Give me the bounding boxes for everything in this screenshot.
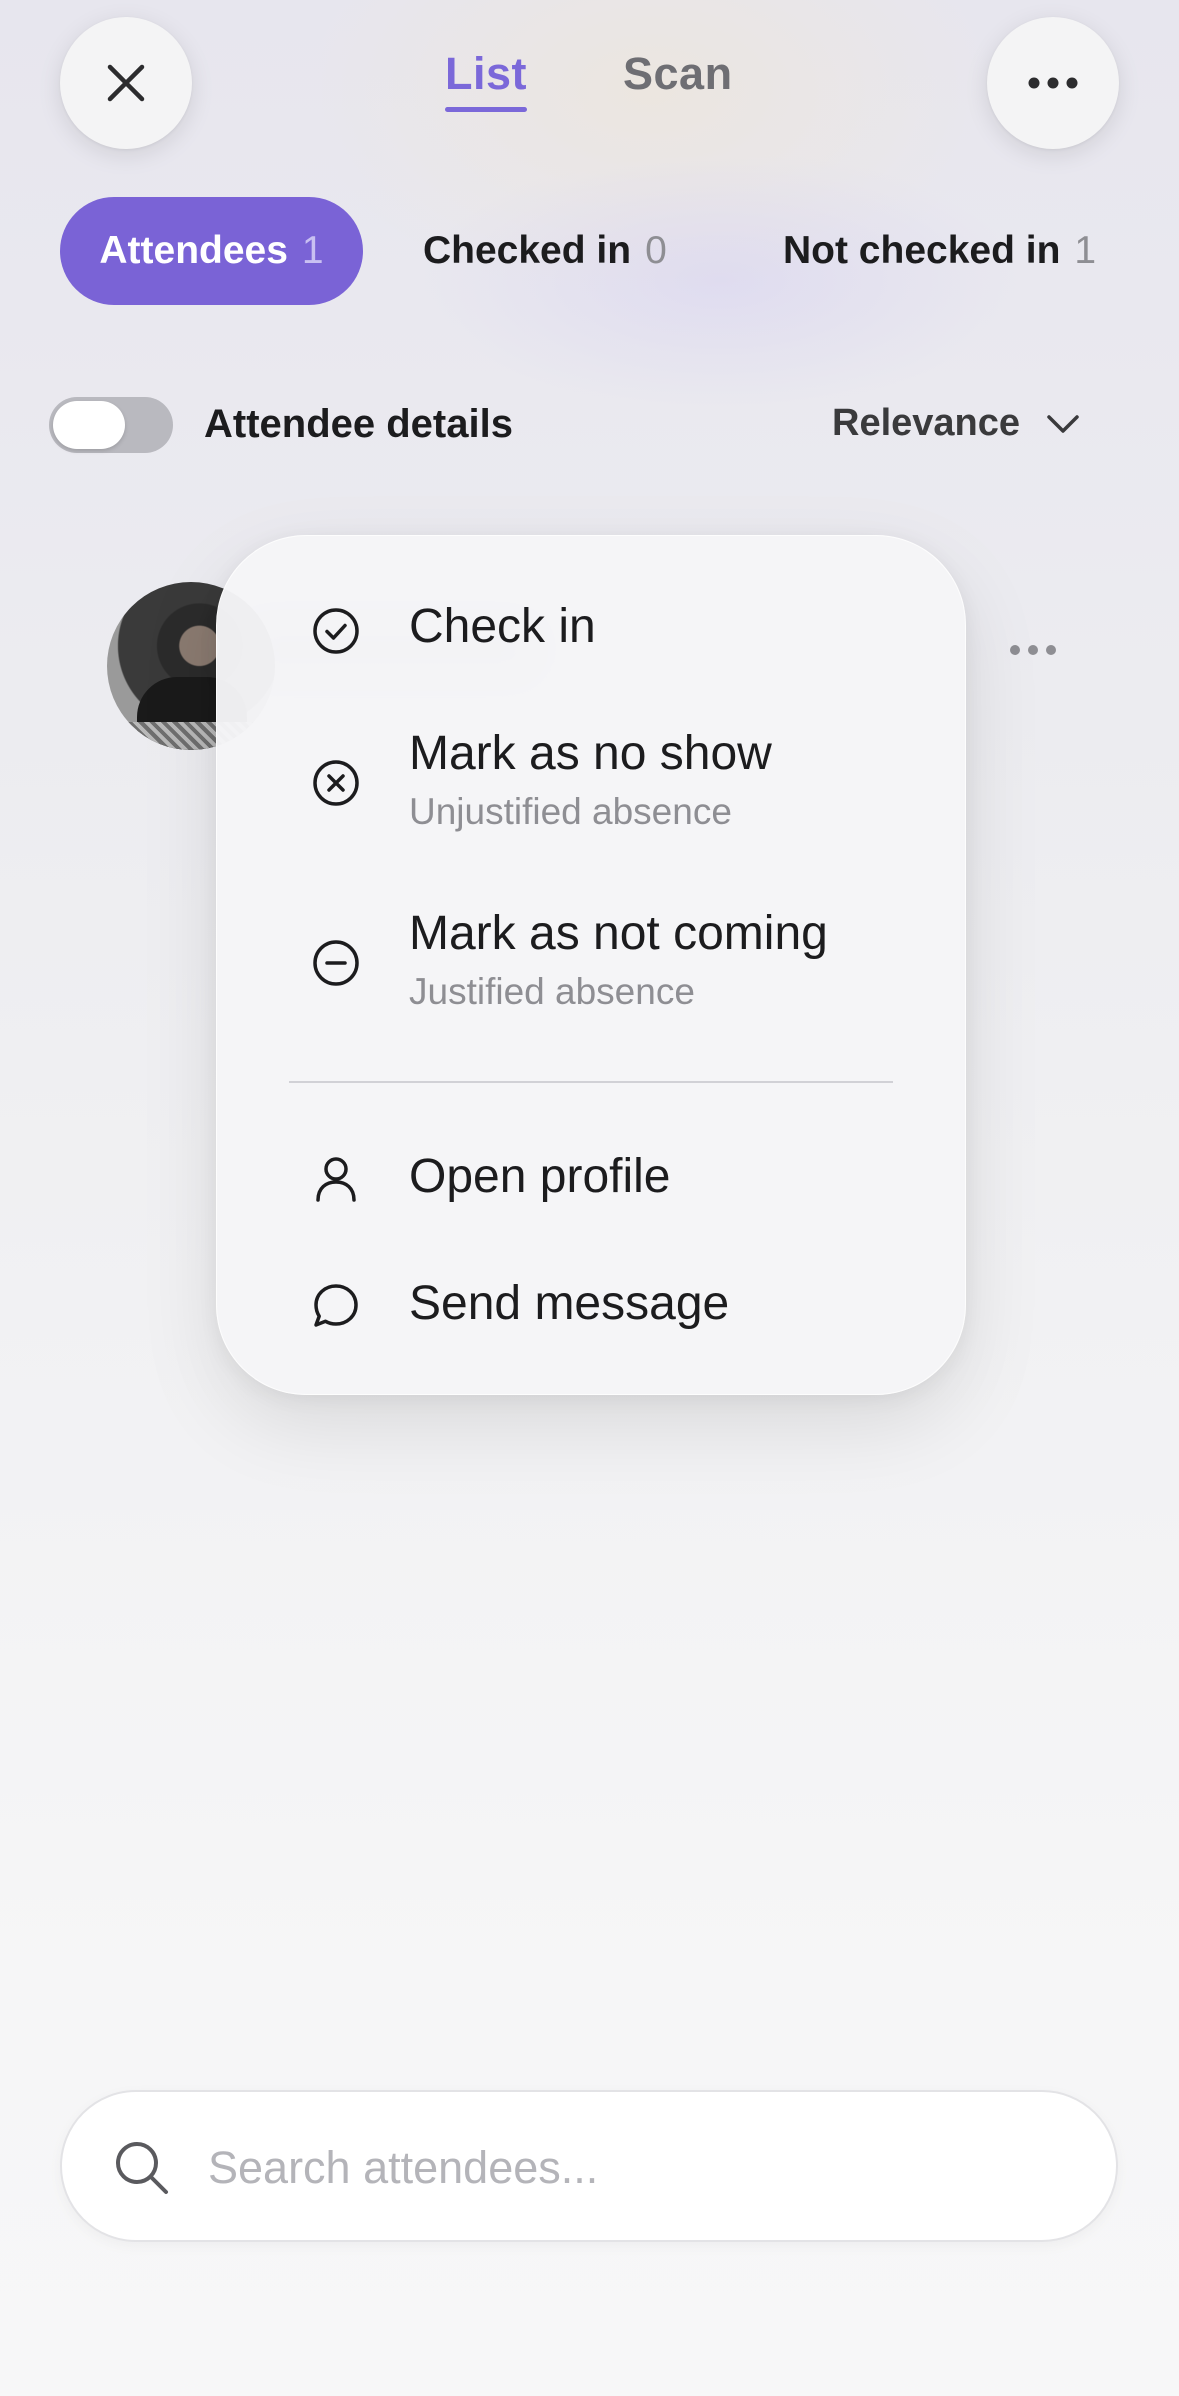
message-icon (314, 1284, 358, 1327)
menu-item-label: Send message (409, 1277, 730, 1330)
filter-not-checked-in[interactable]: Not checked in 1 (783, 197, 1096, 305)
filter-checked-in-label: Checked in (423, 229, 632, 272)
search-bar[interactable] (60, 2090, 1118, 2242)
filter-attendees[interactable]: Attendees 1 (60, 197, 363, 305)
minus-circle-icon (313, 940, 359, 986)
attendee-details-label: Attendee details (204, 402, 513, 446)
dot-icon (1010, 645, 1020, 655)
dot-icon (1046, 645, 1056, 655)
filter-attendees-label: Attendees (99, 229, 288, 272)
attendee-context-menu: Check in Mark as no show Unjustified abs… (216, 535, 966, 1395)
user-icon (316, 1157, 356, 1202)
search-icon (116, 2142, 168, 2194)
chevron-down-icon (1047, 414, 1079, 433)
filter-not-checked-in-label: Not checked in (783, 229, 1061, 272)
tab-list-label: List (445, 48, 528, 99)
menu-item-label: Open profile (409, 1150, 671, 1203)
close-button[interactable] (60, 17, 192, 149)
dot-icon (1028, 645, 1038, 655)
tab-scan[interactable]: Scan (623, 48, 733, 100)
attendee-details-toggle[interactable] (49, 397, 173, 453)
x-circle-icon (313, 760, 359, 806)
close-icon (107, 64, 145, 102)
sort-label: Relevance (832, 402, 1021, 444)
menu-divider (289, 1081, 893, 1083)
filter-checked-in-count: 0 (645, 229, 667, 272)
more-options-button[interactable] (987, 17, 1119, 149)
tab-list[interactable]: List (445, 48, 528, 112)
attendee-more-button[interactable] (1010, 645, 1056, 655)
menu-item-sublabel: Unjustified absence (409, 791, 732, 832)
menu-item-label: Mark as not coming (409, 907, 828, 960)
filter-not-checked-in-count: 1 (1074, 229, 1097, 272)
search-input[interactable] (206, 2122, 1070, 2214)
menu-item-label: Check in (409, 600, 596, 653)
sort-dropdown[interactable]: Relevance (832, 402, 1080, 445)
tab-active-indicator (445, 107, 528, 112)
menu-item-sublabel: Justified absence (409, 971, 695, 1012)
filter-checked-in[interactable]: Checked in 0 (423, 197, 667, 305)
more-horizontal-icon (1028, 77, 1078, 89)
toggle-knob (53, 401, 125, 449)
filter-attendees-count: 1 (301, 229, 324, 272)
tab-scan-label: Scan (623, 48, 733, 99)
check-circle-icon (313, 608, 359, 654)
menu-item-label: Mark as no show (409, 727, 772, 780)
